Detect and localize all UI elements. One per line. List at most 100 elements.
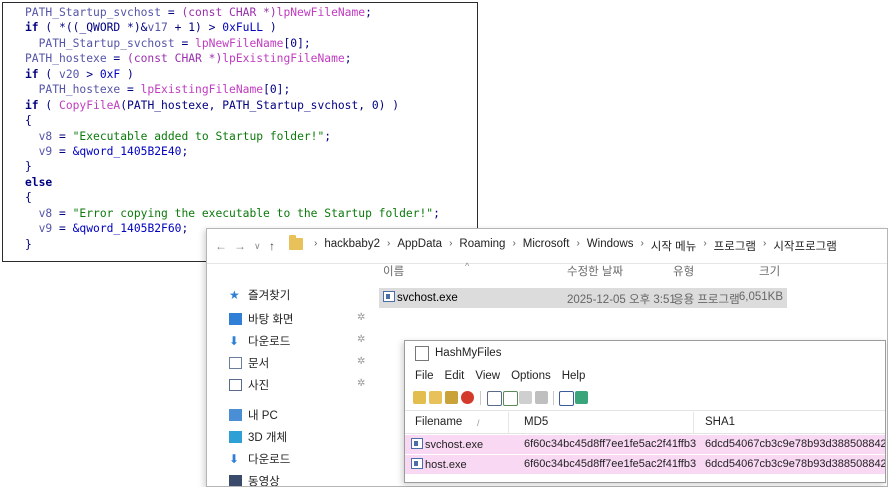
desktop-icon [229, 313, 242, 325]
breadcrumb-item[interactable]: 시작 메뉴 [651, 238, 697, 254]
menu-item-help[interactable]: Help [562, 370, 586, 382]
sidebar-item[interactable]: 내 PC [229, 407, 278, 423]
code-token: ) [120, 67, 134, 81]
sidebar-item-label: 바탕 화면 [248, 314, 294, 326]
code-token: ) [263, 21, 277, 35]
code-token: "Executable added to Startup folder!" [72, 129, 325, 143]
code-token: = [120, 83, 141, 97]
column-header-sha1[interactable]: SHA1 [705, 416, 735, 428]
sidebar-item[interactable]: 3D 개체 [229, 429, 287, 445]
up-button[interactable]: ↑ [269, 239, 275, 253]
column-header-filename[interactable]: Filename [415, 416, 462, 428]
hashmyfiles-titlebar[interactable]: HashMyFiles [405, 341, 885, 365]
code-token: v8 [25, 206, 53, 220]
code-line: { [25, 190, 440, 205]
sidebar-item[interactable]: 문서 [229, 355, 269, 371]
code-token: 0xF [99, 67, 121, 81]
menu-item-options[interactable]: Options [511, 370, 551, 382]
file-row-selected[interactable]: svchost.exe 2025-12-05 오후 3:51 응용 프로그램 6… [379, 288, 787, 308]
code-token: lpNewFileName [276, 6, 366, 19]
code-line: { [25, 113, 440, 128]
code-line: if ( CopyFileA(PATH_hostexe, PATH_Startu… [25, 98, 440, 113]
column-header-name[interactable]: 이름 [383, 263, 404, 285]
sidebar-item[interactable]: ★ 즐겨찾기 [229, 287, 290, 303]
menu-item-file[interactable]: File [415, 370, 434, 382]
cell-sha1: 6dcd54067cb3c9e78b93d3885088427eb... [705, 438, 885, 450]
breadcrumb-separator-icon[interactable]: › [387, 238, 390, 254]
code-line: v8 = "Error copying the executable to th… [25, 206, 440, 221]
pc-icon [229, 409, 242, 421]
pin-icon[interactable]: ✲ [357, 312, 365, 323]
breadcrumb-separator-icon[interactable]: › [703, 238, 706, 254]
code-token: "Error copying the executable to the Sta… [72, 206, 434, 220]
breadcrumb-separator-icon[interactable]: › [576, 238, 579, 254]
breadcrumb-item[interactable]: Windows [587, 238, 634, 254]
options-icon[interactable] [535, 391, 548, 404]
back-button[interactable]: ← [215, 239, 227, 253]
code-token: lpExistingFileName [140, 83, 264, 97]
toolbar [405, 386, 885, 411]
sidebar-item-label: 다운로드 [248, 336, 291, 348]
column-header-type[interactable]: 유형 [673, 263, 694, 285]
code-line: else [25, 175, 440, 190]
open-file-icon[interactable] [413, 391, 426, 404]
column-header-md5[interactable]: MD5 [524, 416, 548, 428]
breadcrumb-separator-icon[interactable]: › [314, 238, 317, 254]
save-icon[interactable] [487, 391, 502, 406]
filename-text: host.exe [425, 459, 467, 471]
find-icon[interactable] [559, 391, 574, 406]
table-row[interactable]: host.exe 6f60c34bc45d8ff7ee1fe5ac2f41ffb3… [405, 455, 885, 474]
exe-file-icon [383, 291, 395, 302]
code-token: lpExistingFileName [222, 52, 345, 66]
column-divider[interactable] [693, 412, 694, 433]
breadcrumb-separator-icon[interactable]: › [763, 238, 766, 254]
copy-icon[interactable] [519, 391, 532, 404]
table-row[interactable]: svchost.exe 6f60c34bc45d8ff7ee1fe5ac2f41f… [405, 435, 885, 454]
add-folder-icon[interactable] [445, 391, 458, 404]
menu-item-edit[interactable]: Edit [445, 370, 465, 382]
code-line: if ( v20 > 0xF ) [25, 67, 440, 82]
sidebar-item[interactable]: 동영상 [229, 473, 280, 486]
file-modified: 2025-12-05 오후 3:51 [567, 294, 676, 306]
breadcrumb-item[interactable]: 시작프로그램 [773, 238, 836, 254]
breadcrumb-item[interactable]: hackbaby2 [324, 238, 380, 254]
column-header-modified[interactable]: 수정한 날짜 [567, 263, 623, 285]
column-header-size[interactable]: 크기 [759, 263, 780, 285]
forward-button[interactable]: → [234, 239, 246, 253]
sidebar-item[interactable]: ⬇ 다운로드 [229, 333, 290, 349]
breadcrumb-separator-icon[interactable]: › [640, 238, 643, 254]
sidebar-item[interactable]: 바탕 화면 [229, 311, 294, 327]
code-token: ; [365, 6, 372, 19]
code-token: ; [324, 129, 332, 143]
exit-icon[interactable] [575, 391, 588, 404]
code-token: ; [181, 144, 189, 158]
pin-icon[interactable]: ✲ [357, 334, 365, 345]
code-line: PATH_Startup_svchost = lpNewFileName[0]; [25, 36, 440, 51]
cube-icon [229, 431, 242, 443]
breadcrumb-item[interactable]: AppData [397, 238, 442, 254]
properties-icon[interactable] [503, 391, 518, 406]
remove-icon[interactable] [461, 391, 474, 404]
breadcrumb-item[interactable]: Microsoft [523, 238, 570, 254]
code-token: v20 [59, 67, 80, 81]
recent-locations-chevron-icon[interactable]: ∨ [254, 241, 261, 252]
sidebar-item[interactable]: 사진 [229, 377, 269, 393]
sidebar-item[interactable]: ⬇ 다운로드 [229, 451, 290, 467]
pin-icon[interactable]: ✲ [357, 356, 365, 367]
breadcrumb-separator-icon[interactable]: › [512, 238, 515, 254]
sidebar-item-label: 문서 [248, 358, 270, 370]
breadcrumb-item[interactable]: 프로그램 [714, 238, 756, 254]
breadcrumb-item[interactable]: Roaming [459, 238, 505, 254]
file-size: 6,051KB [738, 291, 783, 303]
open-folder-icon[interactable] [429, 391, 442, 404]
column-divider[interactable] [508, 412, 509, 433]
pin-icon[interactable]: ✲ [357, 378, 365, 389]
video-icon [229, 475, 242, 486]
menu-item-view[interactable]: View [475, 370, 500, 382]
code-token: = [52, 222, 73, 236]
breadcrumb-separator-icon[interactable]: › [449, 238, 452, 254]
code-token: if [25, 21, 39, 35]
sort-indicator: ^ [465, 261, 470, 271]
address-bar[interactable]: ← → ∨ ↑ › hackbaby2 › AppData › Roaming › Micro… [207, 229, 887, 264]
code-token: = [174, 36, 196, 50]
